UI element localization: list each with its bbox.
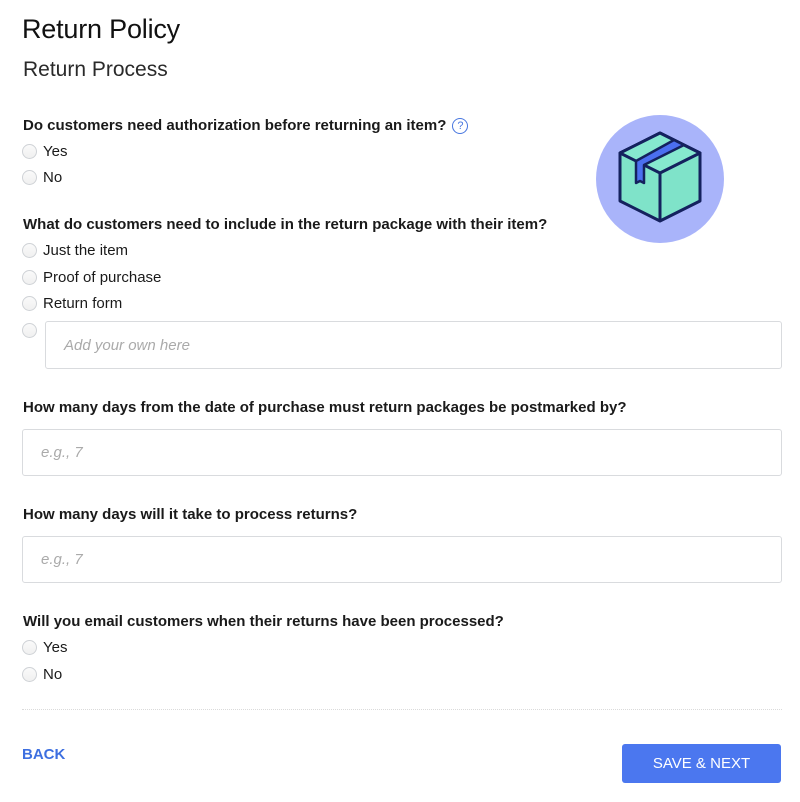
authorization-yes-radio[interactable]: Yes bbox=[22, 141, 67, 161]
section-title: Return Process bbox=[23, 58, 168, 81]
package-contents-question: What do customers need to include in the… bbox=[23, 216, 548, 233]
option-just-the-item[interactable]: Just the item bbox=[22, 240, 128, 260]
authorization-no-radio[interactable]: No bbox=[22, 167, 62, 187]
process-days-input[interactable]: e.g., 7 bbox=[22, 536, 782, 583]
page-title: Return Policy bbox=[22, 14, 180, 44]
option-return-form[interactable]: Return form bbox=[22, 293, 122, 313]
email-yes-radio[interactable]: Yes bbox=[22, 637, 67, 657]
radio-circle[interactable] bbox=[22, 269, 37, 285]
custom-option-input[interactable]: Add your own here bbox=[45, 321, 782, 369]
email-no-radio[interactable]: No bbox=[22, 664, 62, 684]
authorization-question: Do customers need authorization before r… bbox=[23, 117, 469, 134]
radio-circle[interactable] bbox=[22, 639, 37, 655]
process-days-question: How many days will it take to process re… bbox=[23, 506, 358, 523]
divider bbox=[22, 709, 782, 710]
option-custom-radio[interactable] bbox=[22, 320, 43, 340]
save-next-button[interactable]: SAVE & NEXT bbox=[622, 744, 781, 783]
radio-circle[interactable] bbox=[22, 295, 37, 311]
email-customers-question: Will you email customers when their retu… bbox=[23, 613, 504, 630]
option-proof-of-purchase[interactable]: Proof of purchase bbox=[22, 267, 161, 287]
help-icon[interactable]: ? bbox=[452, 118, 469, 134]
radio-circle[interactable] bbox=[22, 242, 37, 258]
radio-circle[interactable] bbox=[22, 169, 37, 185]
back-button[interactable]: BACK bbox=[22, 746, 65, 763]
postmark-days-question: How many days from the date of purchase … bbox=[23, 399, 627, 416]
package-box-icon bbox=[596, 115, 724, 243]
postmark-days-input[interactable]: e.g., 7 bbox=[22, 429, 782, 476]
radio-circle[interactable] bbox=[22, 322, 37, 338]
radio-circle[interactable] bbox=[22, 143, 37, 159]
radio-circle[interactable] bbox=[22, 666, 37, 682]
